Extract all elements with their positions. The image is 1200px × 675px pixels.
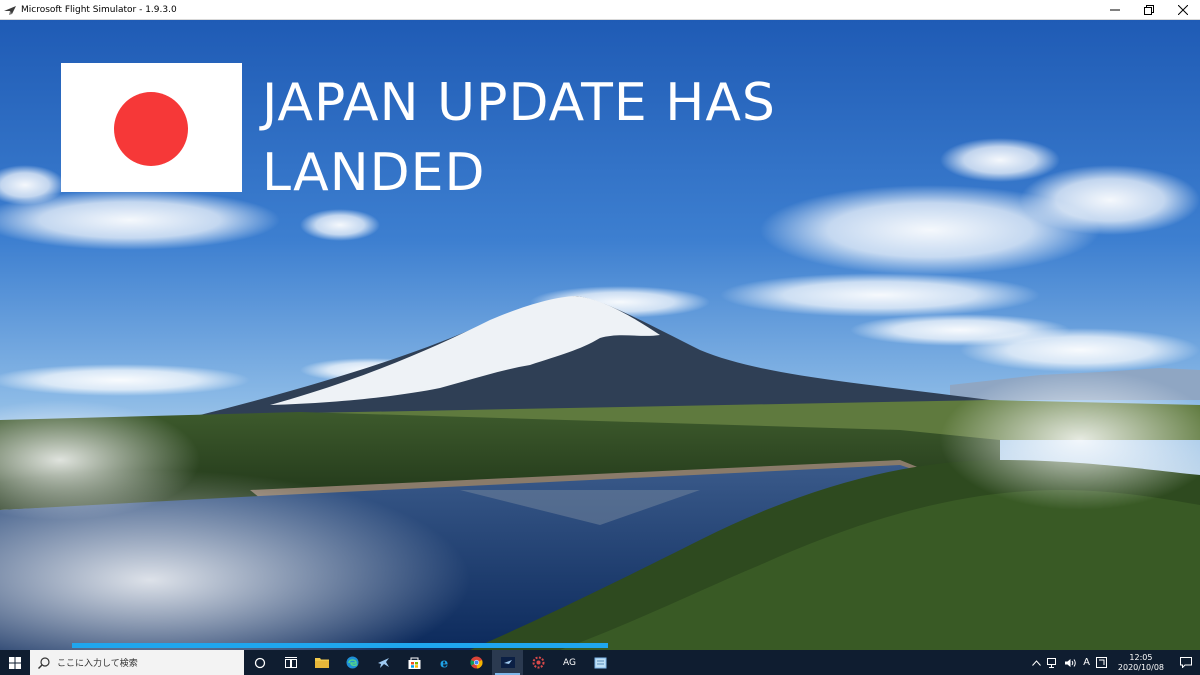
flag-red-circle (114, 92, 188, 166)
loading-screen: JAPAN UPDATE HAS LANDED (0, 20, 1200, 650)
ag-app-button[interactable]: AG (554, 650, 585, 675)
svg-text:e: e (440, 657, 448, 670)
close-icon (1178, 5, 1188, 15)
action-center-button[interactable] (1172, 650, 1200, 675)
store-icon (408, 657, 421, 669)
store-button[interactable] (399, 650, 430, 675)
clock-date: 2020/10/08 (1117, 662, 1164, 672)
loading-progress-fill (72, 643, 608, 648)
task-view-button[interactable] (275, 650, 306, 675)
internet-explorer-icon: e (440, 657, 448, 670)
file-explorer-button[interactable] (306, 650, 337, 675)
network-button[interactable] (1044, 650, 1062, 675)
edge-button[interactable] (337, 650, 368, 675)
system-tray: A 12:05 2020/10/08 (1029, 650, 1200, 675)
notepad-app-button[interactable] (585, 650, 616, 675)
loading-progress-bar (72, 643, 1122, 648)
settings-gear-app-button[interactable] (523, 650, 554, 675)
window-title: Microsoft Flight Simulator - 1.9.3.0 (21, 4, 177, 15)
chrome-icon (470, 656, 483, 669)
windows-logo-icon (9, 656, 21, 669)
taskbar-search-box[interactable]: ここに入力して検索 (30, 650, 244, 675)
headline-line-1: JAPAN UPDATE HAS (262, 73, 776, 133)
cortana-button[interactable] (244, 650, 275, 675)
headline-line-2: LANDED (262, 143, 486, 203)
taskbar-clock[interactable]: 12:05 2020/10/08 (1110, 653, 1172, 673)
ime-options-button[interactable] (1093, 650, 1110, 675)
start-button[interactable] (0, 650, 30, 675)
chevron-up-icon (1032, 659, 1042, 666)
task-view-icon (284, 657, 297, 668)
clock-time: 12:05 (1129, 652, 1153, 662)
ime-mode-label: A (1083, 657, 1090, 668)
update-headline: JAPAN UPDATE HAS LANDED (262, 68, 882, 208)
flight-app-icon (378, 658, 389, 668)
flight-simulator-taskbar-button[interactable] (492, 650, 523, 675)
volume-button[interactable] (1062, 650, 1080, 675)
edge-icon (346, 656, 359, 669)
title-bar: Microsoft Flight Simulator - 1.9.3.0 (0, 0, 1200, 20)
cortana-icon (254, 657, 265, 668)
chrome-button[interactable] (461, 650, 492, 675)
network-icon (1047, 657, 1057, 668)
flight-simulator-icon (500, 657, 515, 668)
ime-mode-button[interactable]: A (1080, 650, 1093, 675)
search-placeholder: ここに入力して検索 (57, 659, 138, 669)
internet-explorer-button[interactable]: e (430, 650, 461, 675)
flight-simulator-app-icon (4, 5, 16, 15)
taskbar: ここに入力して検索 e AG A 12:05 2020/10/08 (0, 650, 1200, 675)
flight-app-button[interactable] (368, 650, 399, 675)
ag-app-label: AG (563, 657, 576, 668)
search-icon (38, 656, 50, 669)
close-button[interactable] (1166, 0, 1200, 20)
notification-icon (1180, 657, 1192, 668)
notepad-app-icon (594, 657, 607, 668)
speaker-icon (1065, 658, 1076, 667)
japan-flag (61, 63, 242, 192)
restore-icon (1144, 5, 1154, 15)
settings-gear-app-icon (532, 656, 545, 669)
minimize-icon (1110, 9, 1120, 11)
ime-options-icon (1095, 657, 1107, 668)
show-hidden-icons-button[interactable] (1029, 650, 1044, 675)
minimize-button[interactable] (1098, 0, 1132, 20)
file-explorer-icon (314, 658, 329, 668)
restore-button[interactable] (1132, 0, 1166, 20)
